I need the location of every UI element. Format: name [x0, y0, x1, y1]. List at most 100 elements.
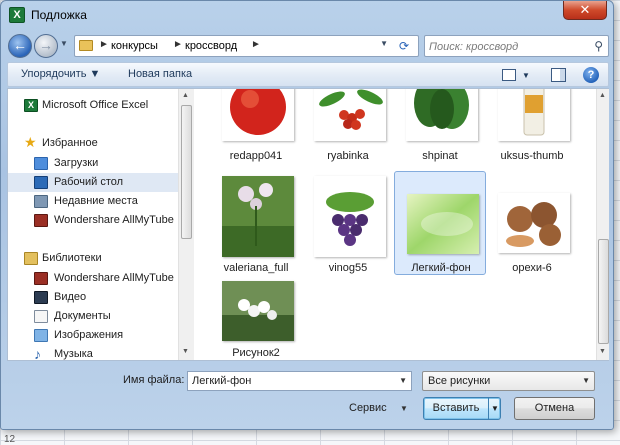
- nav-item-favorites[interactable]: ★ Избранное: [8, 134, 178, 153]
- breadcrumb-konkursy[interactable]: конкурсы: [111, 40, 158, 52]
- close-button[interactable]: ✕: [563, 1, 607, 20]
- thumbnail-rowan-berries: [314, 89, 386, 141]
- nav-item-label: Microsoft Office Excel: [42, 99, 149, 111]
- star-icon: ★: [24, 134, 37, 150]
- thumbnail-light-green-background: [407, 194, 479, 254]
- search-box[interactable]: ⚲: [424, 35, 609, 57]
- address-bar[interactable]: ► конкурсы ► кроссворд ► ▼: [74, 35, 419, 57]
- documents-icon: [34, 310, 48, 323]
- filename-label: Имя файла:: [123, 374, 185, 386]
- preview-pane-icon[interactable]: [551, 68, 566, 82]
- view-dropdown-icon[interactable]: ▼: [522, 71, 530, 80]
- file-name: Рисунок2: [232, 347, 280, 359]
- downloads-icon: [34, 157, 48, 170]
- help-icon[interactable]: ?: [583, 67, 599, 83]
- nav-item-documents[interactable]: Документы: [8, 307, 178, 326]
- nav-item-wondershare[interactable]: Wondershare AllMyTube: [8, 211, 178, 230]
- wondershare-icon: [34, 272, 48, 285]
- nav-item-downloads[interactable]: Загрузки: [8, 154, 178, 173]
- address-dropdown-icon[interactable]: ▼: [380, 39, 388, 48]
- file-name: vinog55: [328, 262, 368, 274]
- nav-item-libraries[interactable]: Библиотеки: [8, 249, 178, 268]
- nav-item-music[interactable]: ♪ Музыка: [8, 345, 178, 360]
- cancel-button[interactable]: Отмена: [514, 397, 595, 420]
- nav-item-label: Музыка: [54, 348, 93, 360]
- nav-item-desktop[interactable]: Рабочий стол: [8, 173, 178, 192]
- file-item-orekhi-6[interactable]: орехи-6: [486, 173, 578, 274]
- file-name: uksus-thumb: [500, 150, 564, 162]
- organize-menu-button[interactable]: Упорядочить ▼: [21, 68, 100, 80]
- navigation-pane: X Microsoft Office Excel ★ Избранное Заг…: [8, 89, 178, 360]
- nav-item-label: Избранное: [42, 137, 98, 149]
- file-list-scrollbar[interactable]: ▲ ▼: [596, 89, 609, 360]
- insert-options-dropdown-icon[interactable]: ▼: [488, 398, 501, 419]
- command-bar: Упорядочить ▼ Новая папка ▼ ?: [7, 62, 609, 87]
- nav-item-label: Документы: [54, 310, 111, 322]
- new-folder-button[interactable]: Новая папка: [128, 68, 192, 80]
- file-name: redapp041: [229, 150, 283, 162]
- nav-item-recent-places[interactable]: Недавние места: [8, 192, 178, 211]
- tools-dropdown-icon[interactable]: ▼: [400, 404, 408, 413]
- nav-item-label: Загрузки: [54, 157, 99, 169]
- title-bar[interactable]: X Подложка ✕: [1, 1, 613, 29]
- refresh-button[interactable]: ⟳: [391, 35, 417, 57]
- row-number: 12: [4, 434, 16, 445]
- file-name: ryabinka: [327, 150, 369, 162]
- search-icon[interactable]: ⚲: [594, 39, 603, 53]
- filename-value[interactable]: Легкий-фон: [192, 375, 251, 387]
- breadcrumb-separator[interactable]: ►: [251, 39, 261, 50]
- nav-item-label: Wondershare AllMyTube: [54, 214, 174, 226]
- thumbnail-lily-of-the-valley: [222, 281, 294, 341]
- images-icon: [34, 329, 48, 342]
- nav-item-label: Библиотеки: [42, 252, 102, 264]
- wondershare-icon: [34, 214, 48, 227]
- scrollbar-thumb[interactable]: [598, 239, 609, 344]
- breadcrumb-krossvord[interactable]: кроссворд: [185, 40, 237, 52]
- scroll-down-arrow-icon[interactable]: ▼: [182, 348, 189, 355]
- libraries-icon: [24, 252, 38, 265]
- file-name: shpinat: [422, 150, 458, 162]
- nav-item-images[interactable]: Изображения: [8, 326, 178, 345]
- file-name: орехи-6: [512, 262, 552, 274]
- breadcrumb-separator[interactable]: ►: [173, 39, 183, 50]
- scroll-down-arrow-icon[interactable]: ▼: [599, 348, 606, 355]
- file-item-valeriana-full[interactable]: valeriana_full: [210, 173, 302, 274]
- thumbnail-spinach: [406, 89, 478, 141]
- file-list: redapp041 ryabinka shpinat uksus-thumb v…: [196, 89, 596, 360]
- nav-item-label: Видео: [54, 291, 87, 303]
- change-view-icon[interactable]: [502, 69, 516, 81]
- chevron-down-icon[interactable]: ▼: [582, 376, 590, 385]
- thumbnail-vinegar-bottle: [498, 89, 570, 141]
- music-icon: ♪: [34, 346, 41, 360]
- scrollbar-thumb[interactable]: [181, 105, 192, 239]
- recent-pages-dropdown[interactable]: ▼: [60, 39, 68, 48]
- scroll-up-arrow-icon[interactable]: ▲: [182, 92, 189, 99]
- content-area: X Microsoft Office Excel ★ Избранное Заг…: [7, 88, 609, 361]
- insert-button-label[interactable]: Вставить: [424, 398, 488, 419]
- forward-button[interactable]: →: [34, 34, 58, 58]
- excel-app-icon: X: [9, 7, 25, 23]
- breadcrumb-separator[interactable]: ►: [99, 39, 109, 50]
- insert-button[interactable]: Вставить ▼: [423, 397, 501, 420]
- nav-item-excel[interactable]: X Microsoft Office Excel: [8, 96, 178, 115]
- file-item-vinog55[interactable]: vinog55: [302, 173, 394, 274]
- back-button[interactable]: ←: [8, 34, 32, 58]
- search-input[interactable]: [429, 39, 587, 54]
- file-item-light-background[interactable]: Легкий-фон: [394, 171, 486, 275]
- filename-field[interactable]: Легкий-фон ▼: [187, 371, 412, 391]
- nav-item-video[interactable]: Видео: [8, 288, 178, 307]
- file-type-select[interactable]: Все рисунки ▼: [422, 371, 595, 391]
- thumbnail-valerian-plant: [222, 176, 294, 257]
- window-title: Подложка: [31, 8, 87, 22]
- folder-icon: [79, 40, 93, 51]
- nav-item-wondershare-library[interactable]: Wondershare AllMyTube: [8, 269, 178, 288]
- desktop-icon: [34, 176, 48, 189]
- tools-menu-button[interactable]: Сервис: [349, 402, 387, 414]
- file-item-risunok2[interactable]: Рисунок2: [210, 277, 302, 360]
- excel-icon: X: [24, 99, 38, 112]
- nav-pane-scrollbar[interactable]: ▲ ▼: [178, 89, 194, 360]
- nav-item-label: Wondershare AllMyTube: [54, 272, 174, 284]
- chevron-down-icon[interactable]: ▼: [399, 376, 407, 385]
- scroll-up-arrow-icon[interactable]: ▲: [599, 92, 606, 99]
- file-type-value[interactable]: Все рисунки: [428, 375, 490, 387]
